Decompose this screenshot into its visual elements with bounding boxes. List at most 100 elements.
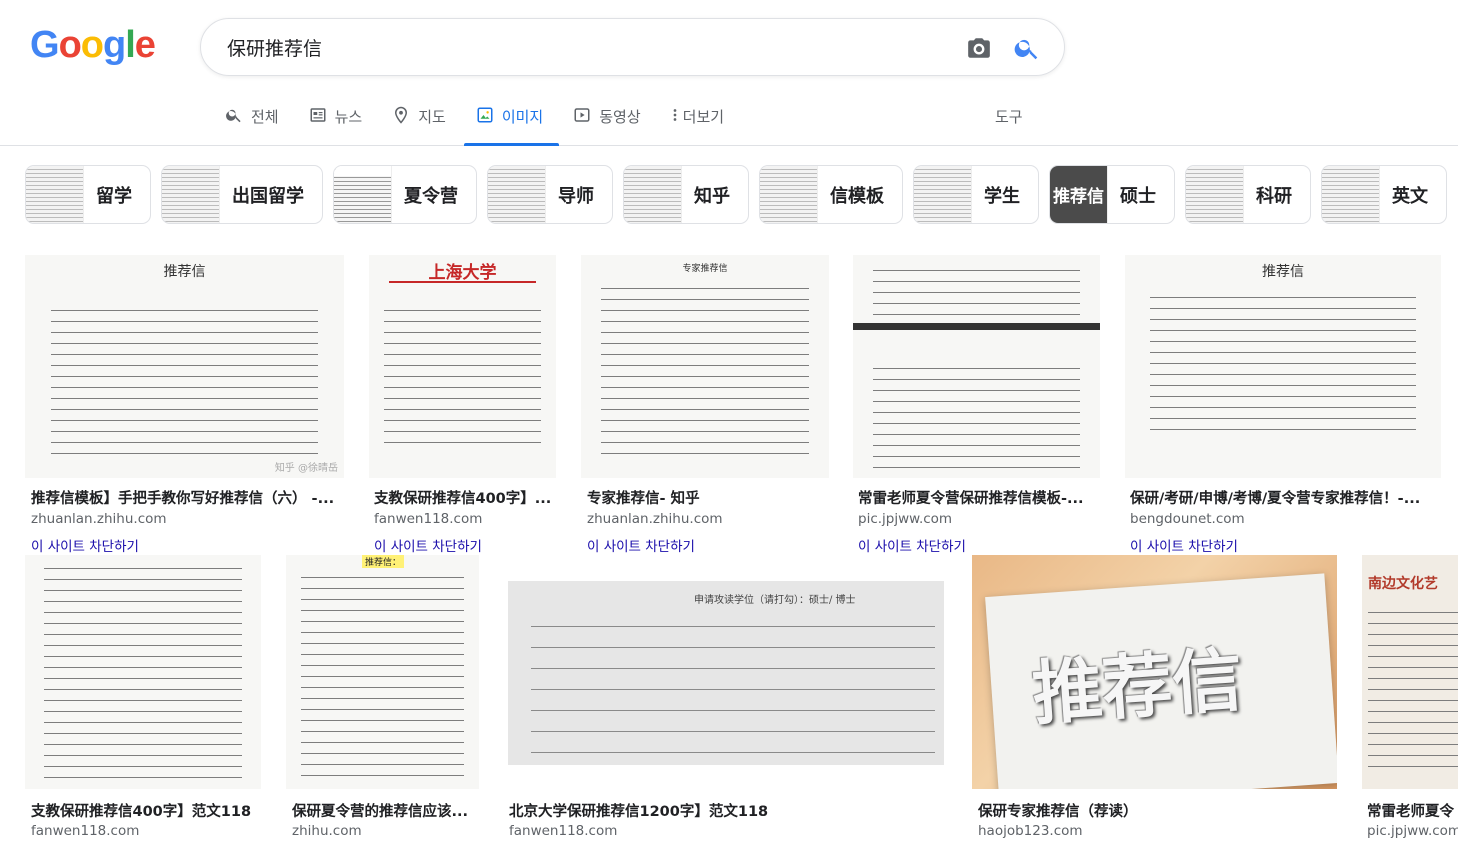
thumb-text: 专家推荐信 xyxy=(682,264,728,274)
block-site-link[interactable]: 이 사이트 차단하기 xyxy=(374,535,482,555)
chip[interactable]: 导师 xyxy=(487,165,613,224)
tab-news[interactable]: 뉴스 xyxy=(309,100,362,146)
logo-letter: o xyxy=(58,24,82,66)
chip-thumbnail xyxy=(162,166,220,223)
tab-more[interactable]: 더보기 xyxy=(671,100,724,146)
thumb-text: 推荐信： xyxy=(362,555,405,568)
thumb-text: 推荐信 xyxy=(1262,264,1304,280)
block-site-link[interactable]: 이 사이트 차단하기 xyxy=(1130,535,1238,555)
result-title[interactable]: 支教保研推荐信400字】范文118 xyxy=(31,800,263,821)
tab-label: 동영상 xyxy=(599,108,641,126)
chip[interactable]: 留学 xyxy=(25,165,151,224)
chip-label: 信模板 xyxy=(830,185,884,207)
result-image[interactable]: 申请攻读学位（请打勾）：硕士/ 博士 xyxy=(504,555,948,789)
result-site[interactable]: bengdounet.com xyxy=(1130,511,1245,527)
tab-all[interactable]: 전체 xyxy=(225,100,279,146)
thumb-text: 推荐信 xyxy=(163,264,206,280)
chip-thumbnail xyxy=(1322,166,1380,223)
chip-thumbnail xyxy=(334,166,392,223)
tools-button[interactable]: 도구 xyxy=(995,106,1023,127)
thumb-text: 上海大学 xyxy=(428,263,497,283)
search-icon xyxy=(225,106,243,124)
tab-maps[interactable]: 지도 xyxy=(392,100,446,146)
camera-icon[interactable] xyxy=(965,35,993,61)
chip[interactable]: 出国留学 xyxy=(161,165,323,224)
chip-thumbnail xyxy=(624,166,682,223)
chip-label: 学生 xyxy=(984,185,1020,207)
result-image[interactable]: 推荐信 xyxy=(972,555,1337,789)
result-image[interactable]: 专家推荐信 xyxy=(581,255,829,478)
search-box[interactable]: 保研推荐信 xyxy=(200,18,1065,76)
result-site[interactable]: haojob123.com xyxy=(978,823,1083,839)
result-site[interactable]: pic.jpjww.com xyxy=(1367,823,1458,839)
image-icon xyxy=(476,106,494,124)
chip-thumbnail xyxy=(760,166,818,223)
chip-thumbnail xyxy=(26,166,84,223)
chip[interactable]: 推荐信 硕士 xyxy=(1049,165,1175,224)
chip-label: 出国留学 xyxy=(232,185,304,207)
block-site-link[interactable]: 이 사이트 차단하기 xyxy=(858,535,966,555)
chip[interactable]: 知乎 xyxy=(623,165,749,224)
result-title[interactable]: 北京大学保研推荐信1200字】范文118 xyxy=(509,800,939,821)
header: Google 保研推荐信 전체 뉴스 지도 이미지 동영상 더보기 도구 xyxy=(0,0,1458,146)
result-image[interactable]: 上海大学 xyxy=(369,255,556,478)
block-site-link[interactable]: 이 사이트 차단하기 xyxy=(587,535,695,555)
google-logo[interactable]: Google xyxy=(30,24,156,67)
chip-label: 科研 xyxy=(1256,185,1292,207)
logo-letter: G xyxy=(30,24,60,66)
chip[interactable]: 夏令营 xyxy=(333,165,477,224)
block-site-link[interactable]: 이 사이트 차단하기 xyxy=(31,535,139,555)
chip-label: 硕士 xyxy=(1120,185,1156,207)
result-title[interactable]: 推荐信模板】手把手教你写好推荐信（六） -... xyxy=(31,487,341,508)
search-tabs: 전체 뉴스 지도 이미지 동영상 더보기 xyxy=(225,100,754,146)
result-site[interactable]: fanwen118.com xyxy=(374,511,482,527)
tab-label: 이미지 xyxy=(501,108,544,126)
search-input[interactable]: 保研推荐信 xyxy=(227,34,322,61)
thumb-text: 南边文化艺 xyxy=(1368,576,1438,592)
result-site[interactable]: fanwen118.com xyxy=(31,823,139,839)
logo-letter: l xyxy=(125,24,136,66)
result-site[interactable]: zhihu.com xyxy=(292,823,362,839)
chip-label: 知乎 xyxy=(694,185,730,207)
chip-label: 导师 xyxy=(558,185,594,207)
chip[interactable]: 学生 xyxy=(913,165,1039,224)
result-site[interactable]: pic.jpjww.com xyxy=(858,511,952,527)
result-image[interactable] xyxy=(25,555,261,789)
result-site[interactable]: fanwen118.com xyxy=(509,823,617,839)
chip-thumbnail xyxy=(914,166,972,223)
chip-label: 夏令营 xyxy=(404,185,458,207)
result-image[interactable]: 推荐信 xyxy=(1125,255,1441,478)
tab-images[interactable]: 이미지 xyxy=(463,100,560,146)
tab-videos[interactable]: 동영상 xyxy=(573,100,641,146)
result-title[interactable]: 专家推荐信- 知乎 xyxy=(587,487,827,508)
logo-letter: g xyxy=(103,24,126,66)
thumb-watermark: 知乎 @徐晴岳 xyxy=(274,463,338,474)
video-icon xyxy=(573,106,591,124)
logo-letter: o xyxy=(80,24,104,66)
result-site[interactable]: zhuanlan.zhihu.com xyxy=(31,511,167,527)
result-title[interactable]: 保研夏令营的推荐信应该... xyxy=(292,800,478,821)
chip[interactable]: 科研 xyxy=(1185,165,1311,224)
chip-label: 留学 xyxy=(96,185,132,207)
result-site[interactable]: zhuanlan.zhihu.com xyxy=(587,511,723,527)
result-title[interactable]: 常雷老师夏令营保研推荐信模板-... xyxy=(858,487,1100,508)
tab-label: 전체 xyxy=(251,108,279,126)
result-image[interactable]: 推荐信 知乎 @徐晴岳 xyxy=(25,255,344,478)
result-image[interactable]: 推荐信： xyxy=(286,555,479,789)
result-title[interactable]: 保研/考研/申博/考博/夏令营专家推荐信！-... xyxy=(1130,487,1435,508)
result-image[interactable] xyxy=(853,255,1100,478)
related-search-chips: 留学 出国留学 夏令营 导师 知乎 信模板 学生 推荐信 硕士 科研 英文 xyxy=(25,165,1447,225)
chip-thumbnail: 推荐信 xyxy=(1050,166,1108,223)
more-vert-icon xyxy=(671,106,679,124)
chip[interactable]: 信模板 xyxy=(759,165,903,224)
result-title[interactable]: 支教保研推荐信400字】... xyxy=(374,487,554,508)
result-title[interactable]: 常雷老师夏令 xyxy=(1367,800,1458,821)
search-icon[interactable] xyxy=(1013,34,1041,62)
chip-label: 英文 xyxy=(1392,185,1428,207)
result-image[interactable]: 南边文化艺 xyxy=(1362,555,1458,789)
chip-thumbnail xyxy=(1186,166,1244,223)
chip[interactable]: 英文 xyxy=(1321,165,1447,224)
result-title[interactable]: 保研专家推荐信（荐读） xyxy=(978,800,1333,821)
thumb-text: 申请攻读学位（请打勾）：硕士/ 博士 xyxy=(694,595,856,606)
logo-letter: e xyxy=(134,24,156,66)
